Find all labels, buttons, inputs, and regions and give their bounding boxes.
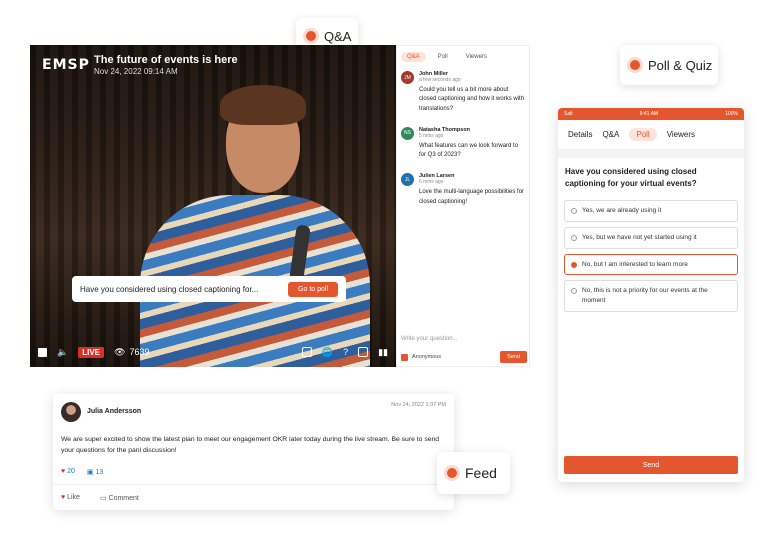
tab-poll[interactable]: Poll bbox=[432, 52, 454, 62]
battery: 100% bbox=[725, 111, 738, 117]
chat-panel: Q&A Poll Viewers JM John Miller a few se… bbox=[396, 45, 530, 367]
divider bbox=[558, 150, 744, 158]
phone-poll: Salt 9:41 AM 100% Details Q&A Poll Viewe… bbox=[558, 108, 744, 482]
speaker-hair bbox=[220, 85, 306, 125]
poll-option-label: No, this is not a priority for our event… bbox=[582, 287, 708, 305]
poll-quiz-label-text: Poll & Quiz bbox=[648, 57, 713, 73]
poll-toast: Have you considered using closed caption… bbox=[72, 276, 346, 302]
like-count: 20 bbox=[67, 468, 75, 475]
poll-option-label: Yes, we are already using it bbox=[582, 207, 662, 215]
comment-button[interactable]: ▭ Comment bbox=[100, 494, 139, 502]
message-text: Love the multi-language possibilities fo… bbox=[419, 189, 525, 205]
like-label: Like bbox=[67, 494, 80, 501]
anonymous-label: Anonymous bbox=[412, 354, 442, 360]
post-date: Nov 24, 2022 1:37 PM bbox=[391, 402, 446, 408]
poll-option[interactable]: No, this is not a priority for our event… bbox=[564, 280, 738, 312]
status-bar: Salt 9:41 AM 100% bbox=[558, 108, 744, 120]
tab-qa[interactable]: Q&A bbox=[602, 130, 619, 139]
viewer-count: 7639 bbox=[129, 347, 150, 357]
divider bbox=[53, 484, 454, 485]
question-input[interactable]: Write your question... bbox=[401, 336, 458, 342]
poll-option[interactable]: Yes, but we have not yet started using i… bbox=[564, 226, 738, 249]
avatar: JM bbox=[401, 71, 414, 84]
poll-question: Have you considered using closed caption… bbox=[565, 167, 697, 188]
fullscreen-icon[interactable] bbox=[358, 347, 369, 357]
radio-icon bbox=[571, 261, 577, 268]
feed-dot-icon bbox=[447, 468, 457, 478]
avatar: JL bbox=[401, 173, 414, 187]
comment-icon: ▭ bbox=[99, 495, 107, 502]
heart-icon: ♥ bbox=[61, 468, 66, 475]
tab-poll[interactable]: Poll bbox=[629, 128, 657, 141]
phone-tabs: Details Q&A Poll Viewers bbox=[558, 120, 744, 150]
tab-qa[interactable]: Q&A bbox=[401, 52, 426, 62]
message-text: What features can we look forward to for… bbox=[419, 142, 519, 159]
feed-label: Feed bbox=[437, 452, 510, 494]
globe-icon[interactable]: 🌐 bbox=[322, 347, 333, 358]
video-controls: 🔈 LIVE 👁 7639 🌐 ? ▮▮ bbox=[30, 337, 396, 367]
feed-card: Julia Andersson Nov 24, 2022 1:37 PM We … bbox=[53, 394, 454, 510]
message-item: NS Natasha Thompson 5 mins ago What feat… bbox=[397, 124, 529, 164]
radio-icon bbox=[571, 234, 577, 241]
volume-icon[interactable]: 🔈 bbox=[57, 347, 68, 358]
message-time: 5 mins ago bbox=[419, 132, 444, 139]
message-item: JM John Miller a few seconds ago Could y… bbox=[397, 68, 529, 117]
post-stats: ♥ 20 ▣ 13 bbox=[61, 468, 103, 476]
video-date: Nov 24, 2022 09:14 AM bbox=[94, 67, 178, 76]
poll-quiz-label: Poll & Quiz bbox=[620, 45, 718, 85]
radio-icon bbox=[571, 288, 577, 295]
video-player[interactable]: EMSP The future of events is here Nov 24… bbox=[30, 45, 396, 367]
tab-viewers[interactable]: Viewers bbox=[667, 130, 695, 139]
poll-send-button[interactable]: Send bbox=[564, 456, 738, 474]
poll-option-label: No, but I am interested to learn more bbox=[582, 260, 688, 268]
poll-option-label: Yes, but we have not yet started using i… bbox=[582, 233, 697, 241]
chat-footer: Anonymous Send bbox=[401, 351, 527, 363]
carrier: Salt bbox=[564, 111, 573, 117]
live-badge: LIVE bbox=[78, 346, 104, 358]
poll-option[interactable]: Yes, we are already using it bbox=[564, 200, 738, 222]
qa-label-text: Q&A bbox=[324, 28, 352, 44]
post-text: We are super excited to show the latest … bbox=[61, 436, 440, 455]
comment-label: Comment bbox=[108, 495, 139, 502]
message-list: JM John Miller a few seconds ago Could y… bbox=[397, 68, 529, 210]
video-title: The future of events is here bbox=[94, 54, 238, 66]
message-time: a few seconds ago bbox=[419, 77, 461, 83]
comment-count: 13 bbox=[95, 469, 104, 476]
qa-dot-icon bbox=[306, 31, 316, 41]
anonymous-checkbox[interactable] bbox=[401, 353, 408, 361]
panel-icon[interactable]: ▮▮ bbox=[378, 347, 388, 358]
logo: EMSP bbox=[42, 57, 90, 73]
poll-toast-text: Have you considered using closed caption… bbox=[80, 284, 259, 294]
heart-icon: ♥ bbox=[61, 494, 66, 501]
avatar: NS bbox=[401, 126, 414, 140]
message-time: 6 mins ago bbox=[419, 179, 444, 186]
eye-icon: 👁 bbox=[114, 346, 126, 357]
go-to-poll-button[interactable]: Go to poll bbox=[288, 281, 338, 297]
captions-icon[interactable] bbox=[301, 347, 312, 357]
like-button[interactable]: ♥ Like bbox=[61, 494, 80, 502]
send-button[interactable]: Send bbox=[500, 351, 527, 363]
feed-label-text: Feed bbox=[465, 465, 497, 481]
status-time: 9:41 AM bbox=[639, 111, 659, 117]
help-icon[interactable]: ? bbox=[343, 347, 348, 357]
radio-icon bbox=[571, 208, 577, 215]
message-text: Could you tell us a bit more about close… bbox=[419, 87, 525, 112]
message-item: JL Julien Larsen 6 mins ago Love the mul… bbox=[397, 170, 529, 210]
poll-option-selected[interactable]: No, but I am interested to learn more bbox=[564, 253, 738, 276]
tab-details[interactable]: Details bbox=[568, 130, 592, 139]
avatar bbox=[61, 402, 81, 422]
chat-tabs: Q&A Poll Viewers bbox=[397, 46, 529, 68]
post-actions: ♥ Like ▭ Comment bbox=[61, 494, 139, 502]
tab-viewers[interactable]: Viewers bbox=[460, 52, 493, 62]
poll-quiz-dot-icon bbox=[630, 60, 640, 70]
stop-icon[interactable] bbox=[38, 347, 47, 357]
post-author: Julia Andersson bbox=[87, 408, 142, 415]
comment-bubble-icon: ▣ bbox=[86, 469, 94, 476]
